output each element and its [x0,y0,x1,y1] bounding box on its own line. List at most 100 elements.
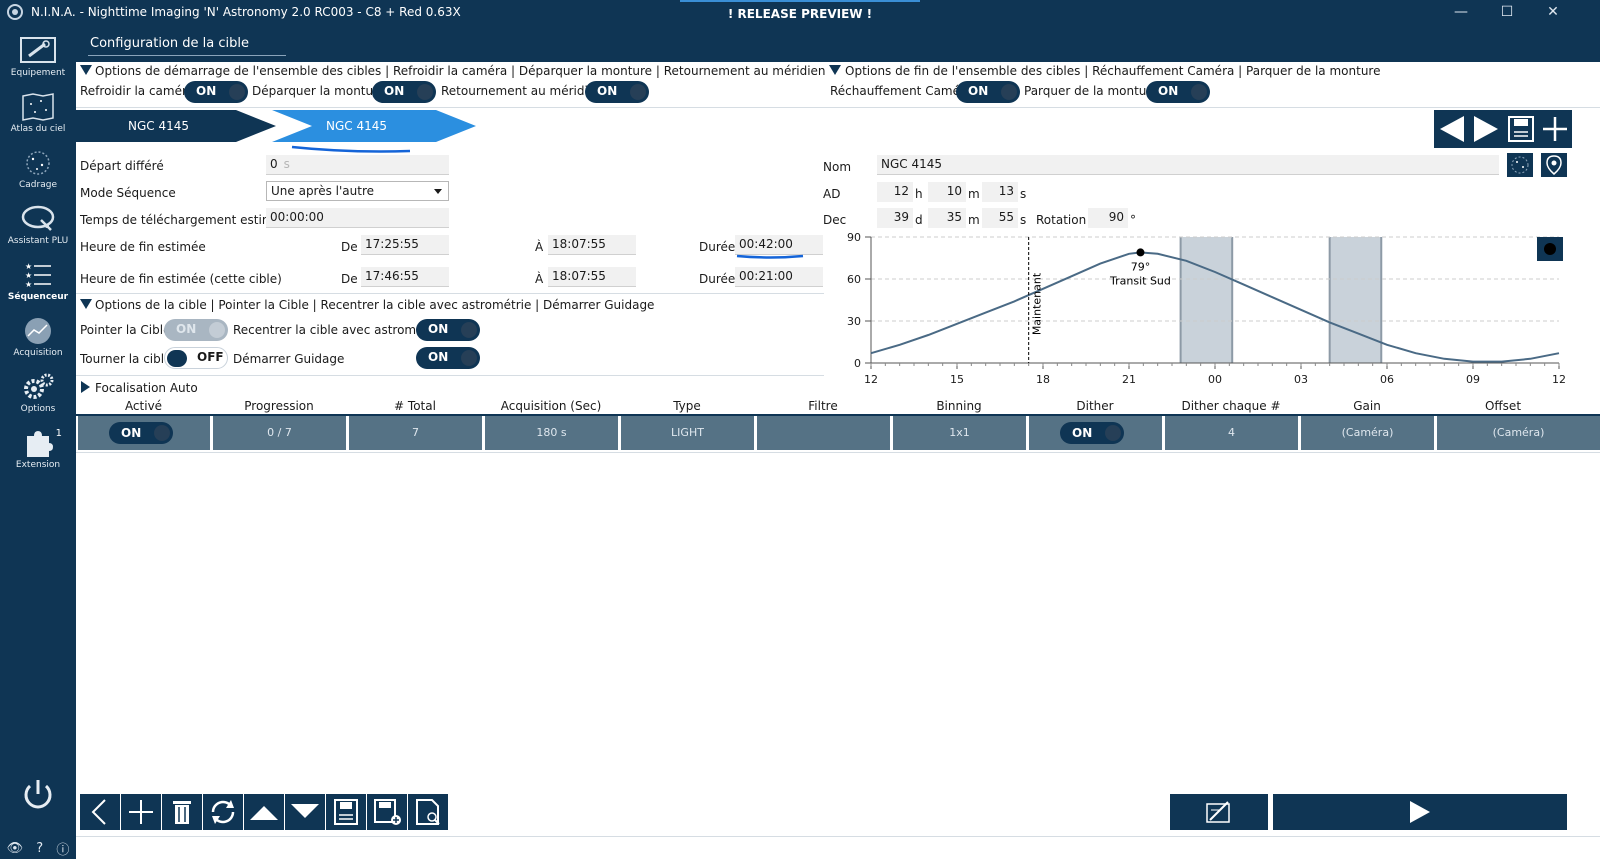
nav-item-imaging[interactable]: Acquisition [0,316,76,372]
trash-icon [173,801,191,824]
collapse-end-options-icon[interactable] [829,65,841,75]
col-header-dither[interactable]: Dither [1027,399,1163,415]
col-header-enabled[interactable]: Activé [76,399,211,415]
dec-minutes-input[interactable]: 35 [928,208,966,228]
cell-total[interactable]: 7 [349,416,482,450]
y-tick-label: 60 [847,273,861,286]
next-target-icon[interactable] [1474,116,1498,142]
arrow-up-icon [250,806,278,820]
cell-binning[interactable]: 1x1 [893,416,1026,450]
cell-exposure[interactable]: 180 s [485,416,618,450]
col-header-gain[interactable]: Gain [1299,399,1435,415]
tab-target-2[interactable]: NGC 4145 [326,119,387,133]
minimize-button[interactable]: — [1438,0,1484,24]
toggle-state: ON [968,84,989,98]
arrow-down-icon [291,804,319,818]
start-options-header[interactable]: Options de démarrage de l'ensemble des c… [95,64,826,78]
sequence-mode-select[interactable]: Une après l'autre [266,181,449,201]
col-header-binning[interactable]: Binning [891,399,1027,415]
delete-exposure-button[interactable] [162,794,202,830]
end-to-value: 18:07:55 [552,237,606,251]
maximize-button[interactable]: ☐ [1484,0,1530,24]
target-name-input[interactable]: NGC 4145 [877,155,1499,175]
dither-toggle[interactable]: ON [1060,422,1124,444]
col-header-exposure[interactable]: Acquisition (Sec) [483,399,619,415]
toggle-state: ON [428,322,449,336]
add-exposure-button[interactable] [121,794,161,830]
col-header-filter[interactable]: Filtre [755,399,891,415]
power-icon [24,780,52,809]
cell-filter[interactable] [757,416,890,450]
collapse-start-options-icon[interactable] [80,65,92,75]
center-target-toggle[interactable]: ON [416,319,480,341]
info-icon[interactable]: ⓘ [56,839,69,858]
warm-camera-toggle[interactable]: ON [956,81,1020,103]
save-sequence-button[interactable] [326,794,366,830]
framing-button[interactable] [1507,153,1533,177]
reset-progress-button[interactable] [203,794,243,830]
dec-degrees-input[interactable]: 39 [877,208,913,228]
cell-enabled[interactable]: ON [78,416,210,450]
nav-item-sky-atlas[interactable]: Atlas du ciel [0,92,76,148]
open-sequence-button[interactable] [408,794,448,830]
help-icon[interactable]: ? [36,841,43,856]
move-down-button[interactable] [285,794,325,830]
nav-item-options[interactable]: Options [0,372,76,428]
toggle-state: ON [176,322,197,336]
nav-item-extension[interactable]: Extension 1 [0,428,76,484]
previous-target-icon[interactable] [1440,116,1464,142]
park-mount-toggle[interactable]: ON [1146,81,1210,103]
target-options-header[interactable]: Options de la cible | Pointer la Cible |… [95,298,654,312]
tab-annotation-underline [291,145,411,153]
cell-gain[interactable]: (Caméra) [1301,416,1434,450]
exposure-enabled-toggle[interactable]: ON [109,422,173,444]
rotate-target-toggle[interactable]: OFF [164,347,228,369]
start-sequence-button[interactable] [1273,794,1567,830]
col-header-progress[interactable]: Progression [211,399,347,415]
col-header-offset[interactable]: Offset [1435,399,1571,415]
power-button[interactable] [18,776,58,812]
tab-target-1[interactable]: NGC 4145 [128,119,189,133]
unpark-mount-toggle[interactable]: ON [372,81,436,103]
cool-camera-toggle[interactable]: ON [184,81,248,103]
collapse-target-options-icon[interactable] [80,299,92,309]
expand-autofocus-icon[interactable] [81,381,90,393]
end-options-header[interactable]: Options de fin de l'ensemble des cibles … [845,64,1380,78]
nav-item-framing[interactable]: Cadrage [0,148,76,204]
eye-icon[interactable]: 👁 [7,841,24,856]
nav-label: Séquenceur [7,292,69,302]
dec-seconds-input[interactable]: 55 [982,208,1018,228]
slew-target-toggle[interactable]: ON [164,319,228,341]
nav-item-equipment[interactable]: Equipement [0,36,76,92]
ra-minutes-input[interactable]: 10 [928,182,966,202]
nav-item-sequencer[interactable]: ★ ★ ★ Séquenceur [0,260,76,316]
ra-seconds-input[interactable]: 13 [982,182,1018,202]
back-button[interactable] [80,794,120,830]
meridian-flip-toggle[interactable]: ON [585,81,649,103]
move-up-button[interactable] [244,794,284,830]
add-target-button[interactable] [1538,110,1572,148]
cell-dither-every[interactable]: 4 [1165,416,1298,450]
cell-type[interactable]: LIGHT [621,416,754,450]
ra-hours-input[interactable]: 12 [877,182,913,202]
col-header-dither-every[interactable]: Dither chaque # [1163,399,1299,415]
autofocus-header[interactable]: Focalisation Auto [95,381,198,395]
col-header-type[interactable]: Type [619,399,755,415]
nav-item-flat-wizard[interactable]: Assistant PLU [0,204,76,260]
nav-label: Options [20,404,56,414]
rotation-input[interactable]: 90 [1088,208,1128,228]
edit-icon [1206,801,1230,823]
save-as-button[interactable] [367,794,407,830]
col-header-total[interactable]: # Total [347,399,483,415]
toggle-moon-button[interactable] [1537,237,1563,261]
start-guiding-toggle[interactable]: ON [416,347,480,369]
location-button[interactable] [1541,153,1567,177]
prev-next-icons [1440,116,1498,142]
save-target-button[interactable] [1504,110,1538,148]
cell-dither[interactable]: ON [1029,416,1162,450]
delay-input[interactable]: 0s [266,155,449,175]
close-button[interactable]: ✕ [1530,0,1576,24]
cell-offset[interactable]: (Caméra) [1437,416,1600,450]
edit-sequence-button[interactable] [1170,794,1268,830]
sky-atlas-icon [22,93,54,121]
